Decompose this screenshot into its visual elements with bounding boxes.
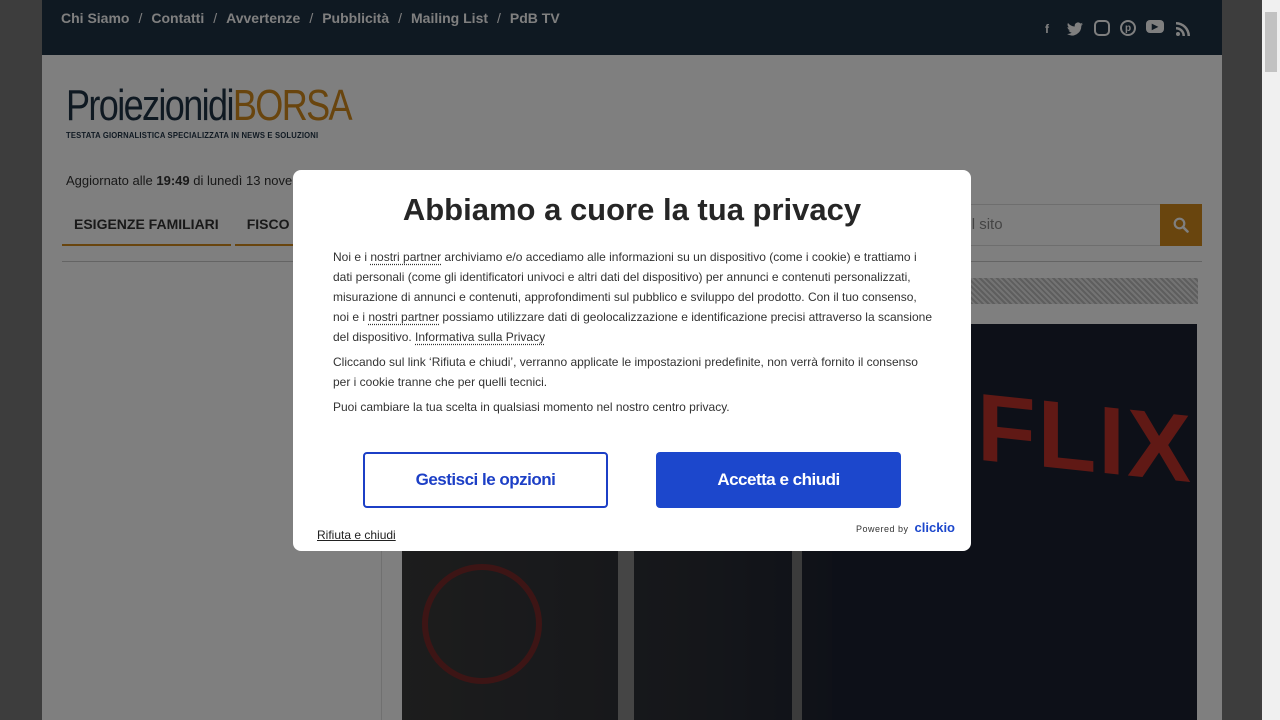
clickio-logo: clickio (914, 520, 955, 535)
partners-link[interactable]: nostri partner (370, 250, 441, 264)
privacy-dialog: Abbiamo a cuore la tua privacy Noi e i n… (293, 170, 971, 551)
scrollbar-thumb[interactable] (1265, 12, 1277, 72)
dialog-title: Abbiamo a cuore la tua privacy (402, 192, 862, 227)
dialog-body: Noi e i nostri partner archiviamo e/o ac… (333, 247, 933, 422)
powered-by-label: Powered by (856, 524, 909, 534)
reject-close-link[interactable]: Rifiuta e chiudi (317, 528, 396, 542)
privacy-policy-link[interactable]: Informativa sulla Privacy (415, 330, 545, 344)
manage-options-button[interactable]: Gestisci le opzioni (363, 452, 608, 508)
accept-close-button[interactable]: Accetta e chiudi (656, 452, 901, 508)
powered-by[interactable]: Powered by clickio (856, 520, 955, 535)
page-scrollbar[interactable] (1262, 0, 1280, 720)
partners-link-2[interactable]: nostri partner (368, 310, 439, 324)
dialog-paragraph-1: Noi e i nostri partner archiviamo e/o ac… (333, 250, 932, 344)
dialog-paragraph-2: Cliccando sul link ‘Rifiuta e chiudi’, v… (333, 355, 918, 389)
dialog-paragraph-3: Puoi cambiare la tua scelta in qualsiasi… (333, 400, 730, 414)
